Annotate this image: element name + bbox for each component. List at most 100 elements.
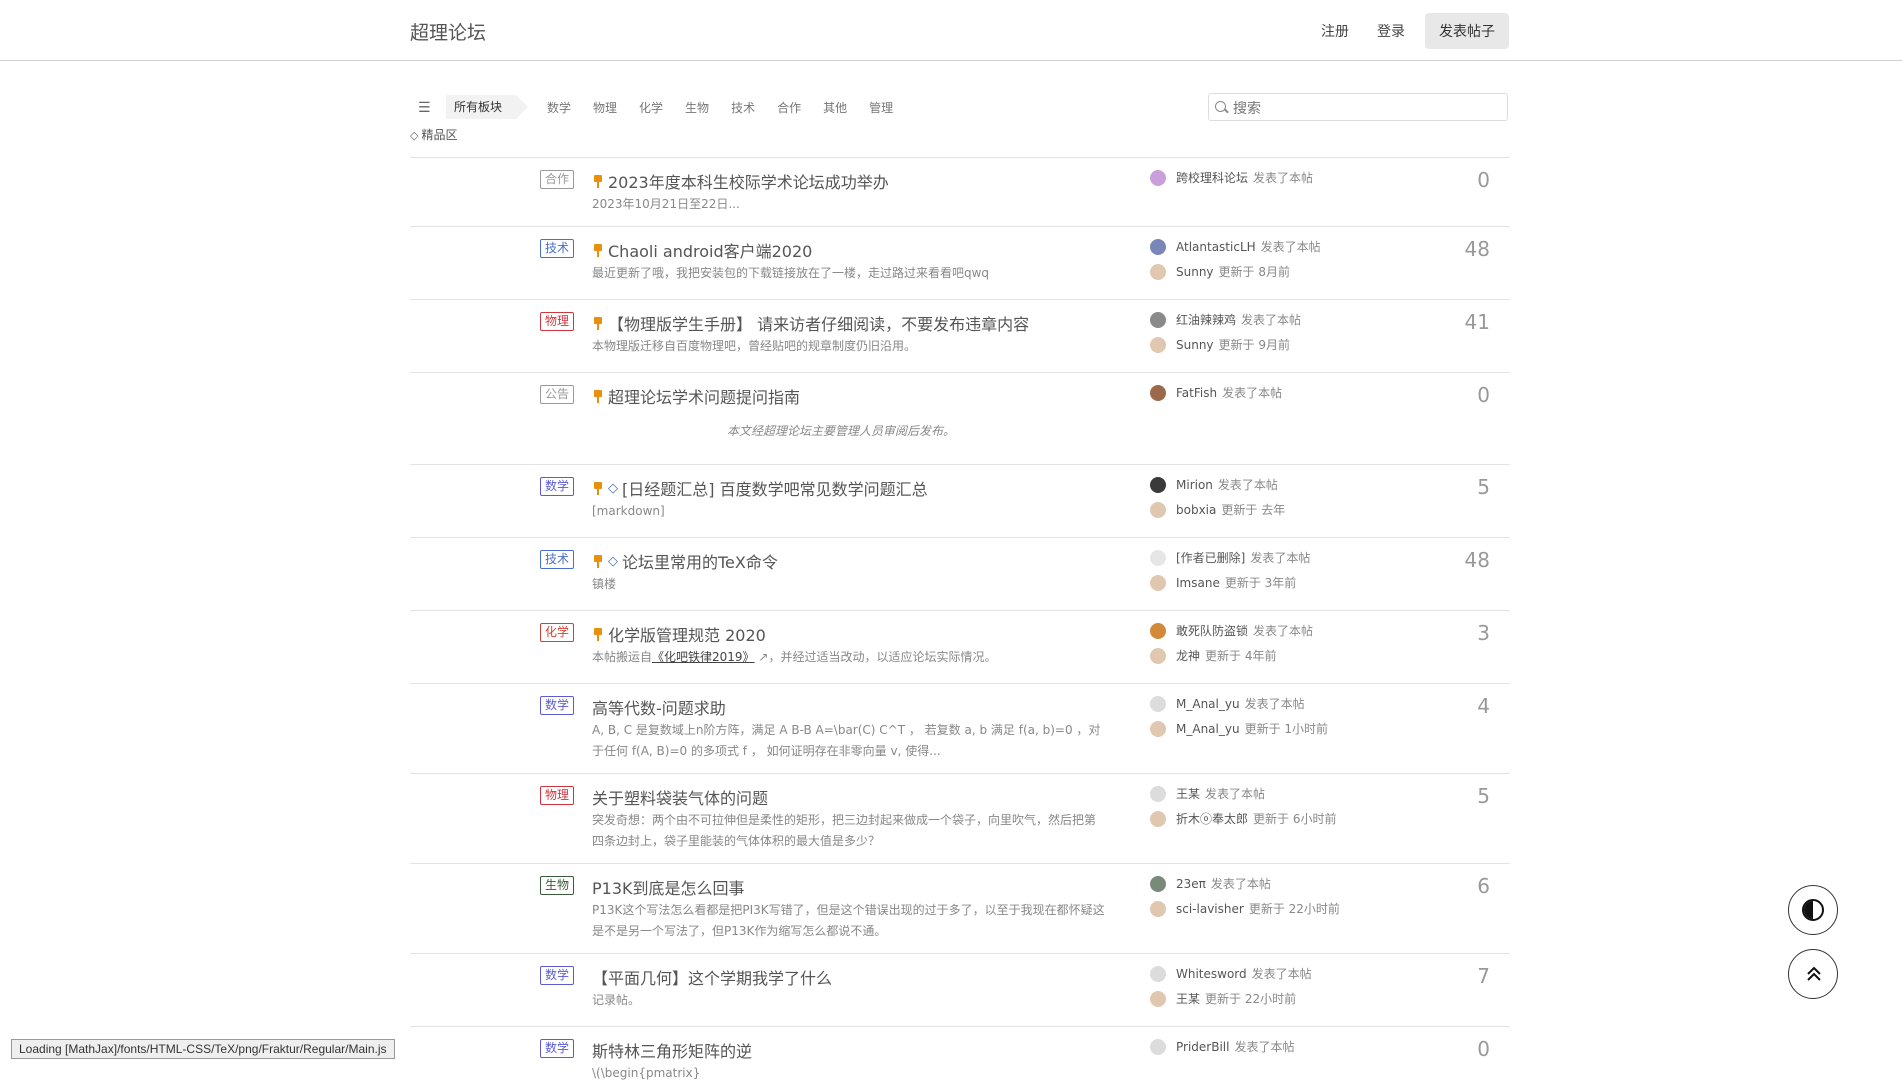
search-box[interactable] (1208, 93, 1508, 121)
category-tab[interactable]: 其他 (823, 99, 847, 116)
avatar[interactable] (1150, 501, 1166, 518)
search-input[interactable] (1231, 96, 1505, 120)
author-name[interactable]: FatFish (1176, 386, 1217, 400)
thread-tag[interactable]: 数学 (540, 477, 575, 496)
avatar[interactable] (1150, 647, 1166, 664)
thread-row[interactable]: 数学 ◇ [日经题汇总] 百度数学吧常见数学问题汇总 [markdown] Mirion… (410, 464, 1510, 537)
author-name[interactable]: 敢死队防盗锁 (1176, 622, 1248, 639)
thread-title-line: 高等代数-问题求助 (592, 695, 726, 719)
last-reply-name[interactable]: Imsane (1176, 576, 1220, 590)
thread-title[interactable]: 2023年度本科生校际学术论坛成功举办 (608, 169, 889, 193)
thread-title[interactable]: 高等代数-问题求助 (592, 695, 726, 719)
avatar[interactable] (1150, 720, 1166, 737)
author-name[interactable]: Mirion (1176, 478, 1213, 492)
thread-tag[interactable]: 技术 (540, 239, 575, 258)
thread-tag[interactable]: 数学 (540, 696, 575, 715)
last-reply-name[interactable]: 折木ⓞ奉太郎 (1176, 810, 1248, 827)
author-name[interactable]: 23eπ (1176, 877, 1206, 891)
author-name[interactable]: AtlantasticLH (1176, 240, 1256, 254)
avatar[interactable] (1150, 785, 1166, 802)
thread-title[interactable]: [日经题汇总] 百度数学吧常见数学问题汇总 (622, 476, 928, 500)
category-tab[interactable]: 数学 (547, 99, 571, 116)
thread-row[interactable]: 物理 关于塑料袋装气体的问题 突发奇想：两个由不可拉伸但是柔性的矩形，把三边封起来做… (410, 773, 1510, 863)
author-name[interactable]: [作者已删除] (1176, 549, 1245, 566)
thread-tag[interactable]: 公告 (540, 385, 575, 404)
thread-row[interactable]: 物理 【物理版学生手册】 请来访者仔细阅读，不要发布违章内容 本物理版迁移自百度物理… (410, 299, 1510, 372)
avatar[interactable] (1150, 990, 1166, 1007)
thread-tag[interactable]: 化学 (540, 623, 575, 642)
list-icon[interactable]: ☰ (418, 100, 431, 116)
thread-title[interactable]: 【物理版学生手册】 请来访者仔细阅读，不要发布违章内容 (608, 311, 1029, 335)
thread-title[interactable]: 关于塑料袋装气体的问题 (592, 785, 768, 809)
avatar[interactable] (1150, 384, 1166, 401)
thread-row[interactable]: 生物 P13K到底是怎么回事 P13K这个写法怎么看都是把PI3K写错了，但是这个错… (410, 863, 1510, 953)
thread-tag[interactable]: 技术 (540, 550, 575, 569)
last-reply-name[interactable]: Sunny (1176, 265, 1214, 279)
thread-title[interactable]: Chaoli android客户端2020 (608, 238, 812, 262)
author-name[interactable]: PriderBill (1176, 1040, 1229, 1054)
new-post-button[interactable]: 发表帖子 (1425, 13, 1509, 49)
site-brand[interactable]: 超理论坛 (410, 18, 486, 45)
login-link[interactable]: 登录 (1369, 13, 1413, 49)
thread-title[interactable]: 化学版管理规范 2020 (608, 622, 766, 646)
avatar[interactable] (1150, 169, 1166, 186)
thread-row[interactable]: 技术 Chaoli android客户端2020 最近更新了哦，我把安装包的下载链接… (410, 226, 1510, 299)
author-name[interactable]: 王某 (1176, 785, 1200, 802)
thread-row[interactable]: 化学 化学版管理规范 2020 本帖搬运自《化吧铁律2019》 ↗，并经过适当改动，… (410, 610, 1510, 683)
last-reply-name[interactable]: sci-lavisher (1176, 902, 1244, 916)
avatar[interactable] (1150, 622, 1166, 639)
thread-title[interactable]: P13K到底是怎么回事 (592, 875, 745, 899)
thread-title[interactable]: 斯特林三角形矩阵的逆 (592, 1038, 752, 1062)
author-name[interactable]: M_Anal_yu (1176, 697, 1240, 711)
category-tab[interactable]: 物理 (593, 99, 617, 116)
category-tab[interactable]: 技术 (731, 99, 755, 116)
category-tab[interactable]: 合作 (777, 99, 801, 116)
thread-row[interactable]: 技术 ◇ 论坛里常用的TeX命令 镇楼 [作者已删除] 发表了本帖 Imsane 更新于 3年… (410, 537, 1510, 610)
thread-title[interactable]: 超理论坛学术问题提问指南 (608, 384, 800, 408)
avatar[interactable] (1150, 476, 1166, 493)
category-tab[interactable]: 化学 (639, 99, 663, 116)
avatar[interactable] (1150, 311, 1166, 328)
avatar[interactable] (1150, 900, 1166, 917)
thread-tag[interactable]: 物理 (540, 786, 575, 805)
author-name[interactable]: 跨校理科论坛 (1176, 169, 1248, 186)
thread-row[interactable]: 数学 斯特林三角形矩阵的逆 \(\begin{pmatrix} PriderBill 发… (410, 1026, 1510, 1087)
avatar[interactable] (1150, 695, 1166, 712)
avatar[interactable] (1150, 965, 1166, 982)
avatar[interactable] (1150, 574, 1166, 591)
theme-toggle-button[interactable] (1788, 885, 1838, 935)
avatar[interactable] (1150, 336, 1166, 353)
thread-tag[interactable]: 数学 (540, 966, 575, 985)
avatar[interactable] (1150, 810, 1166, 827)
thread-tag[interactable]: 合作 (540, 170, 575, 189)
last-reply-name[interactable]: M_Anal_yu (1176, 722, 1240, 736)
thread-row[interactable]: 公告 超理论坛学术问题提问指南 本文经超理论坛主要管理人员审阅后发布。 FatFish… (410, 372, 1510, 464)
thread-row[interactable]: 数学 高等代数-问题求助 A, B, C 是复数域上n阶方阵，满足 A B-B A=… (410, 683, 1510, 773)
avatar[interactable] (1150, 549, 1166, 566)
thread-title[interactable]: 【平面几何】这个学期我学了什么 (592, 965, 832, 989)
author-name[interactable]: Whitesword (1176, 967, 1247, 981)
last-reply-line: bobxia 更新于 去年 (1150, 499, 1285, 520)
last-reply-name[interactable]: Sunny (1176, 338, 1214, 352)
avatar[interactable] (1150, 875, 1166, 892)
avatar[interactable] (1150, 1038, 1166, 1055)
category-tab[interactable]: 管理 (869, 99, 893, 116)
excerpt-link[interactable]: 《化吧铁律2019》 (652, 650, 755, 664)
category-tab[interactable]: 生物 (685, 99, 709, 116)
avatar[interactable] (1150, 263, 1166, 280)
thread-row[interactable]: 数学 【平面几何】这个学期我学了什么 记录帖。 Whitesword 发表了本帖 王某 更新… (410, 953, 1510, 1026)
thread-tag[interactable]: 生物 (540, 876, 575, 895)
breadcrumb-all-channels[interactable]: 所有板块 (446, 95, 529, 119)
thread-tag[interactable]: 数学 (540, 1039, 575, 1058)
featured-link[interactable]: ◇ 精品区 (410, 126, 457, 143)
thread-tag[interactable]: 物理 (540, 312, 575, 331)
scroll-top-button[interactable] (1788, 949, 1838, 999)
author-name[interactable]: 红油辣辣鸡 (1176, 311, 1236, 328)
avatar[interactable] (1150, 238, 1166, 255)
last-reply-name[interactable]: 龙神 (1176, 647, 1200, 664)
thread-title[interactable]: 论坛里常用的TeX命令 (622, 549, 778, 573)
thread-row[interactable]: 合作 2023年度本科生校际学术论坛成功举办 2023年10月21日至22日... 跨… (410, 157, 1510, 226)
last-reply-name[interactable]: bobxia (1176, 503, 1216, 517)
last-reply-name[interactable]: 王某 (1176, 990, 1200, 1007)
register-link[interactable]: 注册 (1313, 13, 1357, 49)
